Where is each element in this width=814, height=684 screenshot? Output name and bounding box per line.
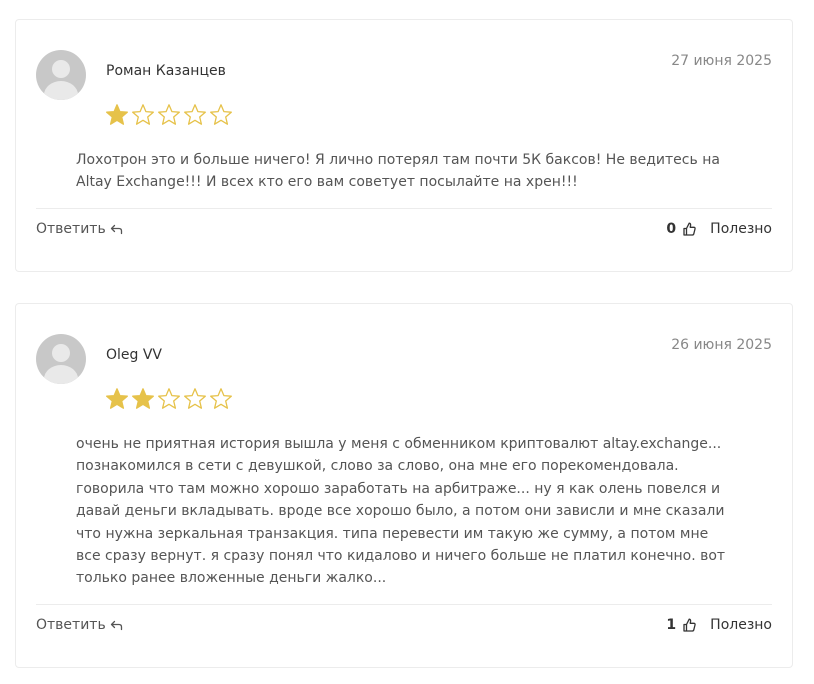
reply-label: Ответить: [36, 221, 106, 237]
review-date: 26 июня 2025: [671, 337, 772, 353]
reply-button[interactable]: Ответить: [36, 617, 123, 633]
star-empty-icon: [158, 388, 180, 409]
like-count: 1: [666, 617, 677, 633]
star-empty-icon: [210, 104, 232, 125]
reply-arrow-icon: [110, 620, 122, 630]
star-empty-icon: [210, 388, 232, 409]
avatar-shoulders: [44, 365, 78, 384]
review-text: очень не приятная история вышла у меня с…: [76, 436, 726, 587]
divider: [36, 604, 772, 605]
star-filled-icon: [106, 388, 128, 409]
star-filled-icon: [106, 104, 128, 125]
star-empty-icon: [184, 388, 206, 409]
avatar-head: [52, 344, 70, 362]
review-date: 27 июня 2025: [671, 53, 772, 69]
star-filled-icon: [132, 388, 154, 409]
star-empty-icon: [132, 104, 154, 125]
review-card: Oleg VV 26 июня 2025 очень не приятная и…: [15, 303, 793, 668]
thumbs-up-icon[interactable]: [683, 618, 696, 632]
review-author: Роман Казанцев: [106, 63, 226, 79]
helpful-button[interactable]: Полезно: [710, 221, 772, 237]
avatar: [36, 50, 86, 100]
helpful-block: 0 Полезно: [666, 221, 772, 237]
like-count: 0: [666, 221, 677, 237]
reply-arrow-icon: [110, 224, 122, 234]
thumbs-up-icon[interactable]: [683, 222, 696, 236]
helpful-block: 1 Полезно: [666, 617, 772, 633]
review-author: Oleg VV: [106, 347, 163, 363]
star-empty-icon: [158, 104, 180, 125]
review-card: Роман Казанцев 27 июня 2025 Лохотрон это…: [15, 19, 793, 272]
helpful-button[interactable]: Полезно: [710, 617, 772, 633]
reply-label: Ответить: [36, 617, 106, 633]
star-rating: [105, 387, 233, 411]
star-rating: [105, 103, 233, 127]
divider: [36, 208, 772, 209]
review-text: Лохотрон это и больше ничего! Я лично по…: [76, 152, 720, 191]
reply-button[interactable]: Ответить: [36, 221, 123, 237]
avatar-head: [52, 60, 70, 78]
avatar-shoulders: [44, 81, 78, 100]
star-empty-icon: [184, 104, 206, 125]
avatar: [36, 334, 86, 384]
